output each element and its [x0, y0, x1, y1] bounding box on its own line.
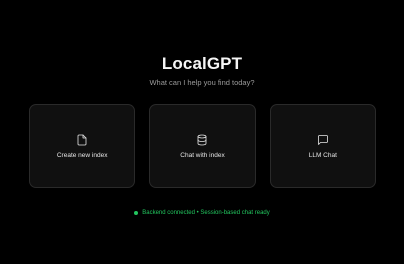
- status-dot-icon: [134, 211, 139, 215]
- app-subtitle: What can I help you find today?: [149, 78, 255, 87]
- status-text: Backend connected • Session-based chat r…: [142, 210, 270, 216]
- app-root: LocalGPT What can I help you find today?…: [0, 0, 404, 264]
- file-icon: [76, 134, 88, 146]
- database-icon: [196, 134, 208, 146]
- llm-chat-label: LLM Chat: [308, 151, 337, 159]
- app-title: LocalGPT: [161, 54, 243, 73]
- llm-chat-card[interactable]: LLM Chat: [269, 104, 376, 188]
- connection-status: Backend connected • Session-based chat r…: [0, 210, 404, 216]
- create-new-index-label: Create new index: [56, 151, 108, 159]
- chat-with-index-card[interactable]: Chat with index: [149, 104, 256, 188]
- action-cards: Create new index Chat with index LLM Cha…: [29, 104, 376, 188]
- create-new-index-card[interactable]: Create new index: [29, 104, 136, 188]
- chat-with-index-label: Chat with index: [180, 151, 225, 159]
- message-icon: [317, 134, 329, 146]
